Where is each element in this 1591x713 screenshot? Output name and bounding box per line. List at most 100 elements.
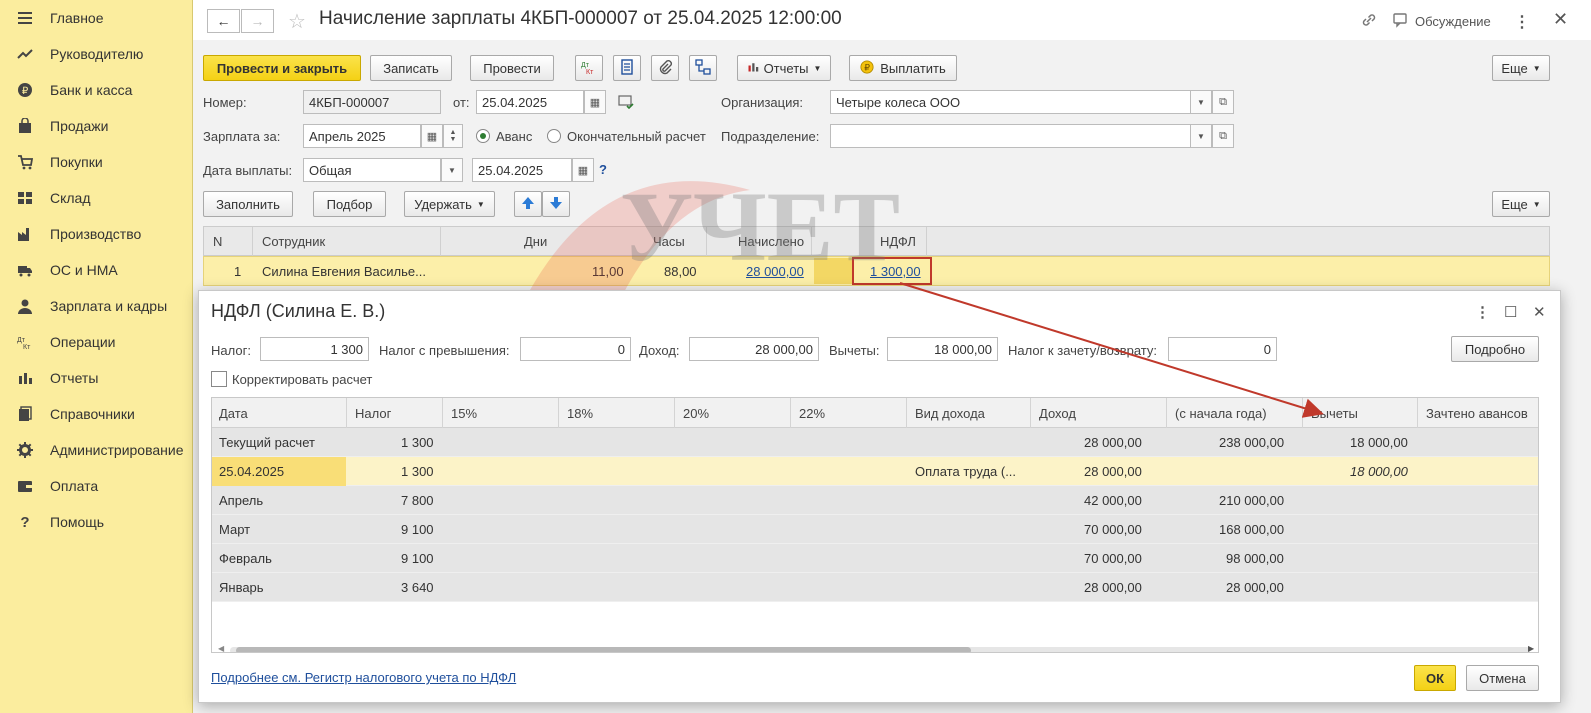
dtkt-button[interactable]: Дт Кт (575, 55, 603, 81)
sidebar-item-sales[interactable]: Продажи (0, 108, 192, 144)
sidebar-item-reports[interactable]: Отчеты (0, 360, 192, 396)
period-calendar-button[interactable]: ▦ (421, 124, 443, 148)
structure-button[interactable] (689, 55, 717, 81)
final-radio[interactable] (547, 129, 561, 143)
col-advances[interactable]: Зачтено авансов (1426, 406, 1528, 421)
maximize-icon[interactable]: ☐ (1504, 303, 1517, 321)
ndfl-link[interactable]: 1 300,00 (870, 264, 921, 279)
ndfl-register-link[interactable]: Подробнее см. Регистр налогового учета п… (211, 670, 516, 685)
cancel-button[interactable]: Отмена (1466, 665, 1539, 691)
back-button[interactable]: ← (207, 9, 240, 33)
sidebar-item-salary[interactable]: Зарплата и кадры (0, 288, 192, 324)
sidebar-item-main[interactable]: Главное (0, 0, 192, 36)
advance-radio[interactable] (476, 129, 490, 143)
attach-button[interactable] (651, 55, 679, 81)
table-row[interactable]: Апрель 7 800 42 000,00 210 000,00 (212, 486, 1538, 515)
sidebar-item-manager[interactable]: Руководителю (0, 36, 192, 72)
ok-button[interactable]: ОК (1414, 665, 1456, 691)
sidebar-item-bank[interactable]: ₽ Банк и касса (0, 72, 192, 108)
dept-dropdown-button[interactable]: ▼ (1190, 124, 1212, 148)
link-icon[interactable] (1361, 12, 1377, 28)
grid-more-button[interactable]: Еще ▼ (1492, 191, 1550, 217)
tax-excess-field[interactable]: 0 (520, 337, 631, 361)
pay-type-dropdown-button[interactable]: ▼ (441, 158, 463, 182)
accrued-link[interactable]: 28 000,00 (746, 264, 804, 279)
col-income[interactable]: Доход (1039, 406, 1076, 421)
fill-button[interactable]: Заполнить (203, 191, 293, 217)
date-field[interactable]: 25.04.2025 (476, 90, 584, 114)
period-stepper[interactable]: ▲ ▼ (443, 124, 463, 148)
details-button[interactable]: Подробно (1451, 336, 1539, 362)
list-button[interactable] (613, 55, 641, 81)
discussion-button[interactable]: Обсуждение (1393, 12, 1491, 31)
pay-date-calendar-button[interactable]: ▦ (572, 158, 594, 182)
col-income-kind[interactable]: Вид дохода (915, 406, 985, 421)
sidebar-item-help[interactable]: ? Помощь (0, 504, 192, 540)
col-ytd[interactable]: (с начала года) (1175, 406, 1267, 421)
sidebar-item-purchases[interactable]: Покупки (0, 144, 192, 180)
number-field[interactable]: 4КБП-000007 (303, 90, 441, 114)
post-close-button[interactable]: Провести и закрыть (203, 55, 361, 81)
col-ndfl[interactable]: НДФЛ (880, 234, 916, 249)
sidebar-item-warehouse[interactable]: Склад (0, 180, 192, 216)
tax-field[interactable]: 1 300 (260, 337, 369, 361)
col-20[interactable]: 20% (683, 406, 709, 421)
col-22[interactable]: 22% (799, 406, 825, 421)
sidebar-item-payment[interactable]: Оплата (0, 468, 192, 504)
adjust-checkbox[interactable] (211, 371, 227, 387)
scroll-right-icon[interactable]: ▶ (1528, 644, 1534, 652)
close-icon[interactable]: ✕ (1533, 303, 1546, 321)
sidebar-item-operations[interactable]: Дт Кт Операции (0, 324, 192, 360)
income-field[interactable]: 28 000,00 (689, 337, 819, 361)
deductions-field[interactable]: 18 000,00 (887, 337, 998, 361)
help-link[interactable]: ? (599, 162, 607, 177)
salary-period-field[interactable]: Апрель 2025 (303, 124, 421, 148)
star-icon[interactable]: ☆ (288, 9, 306, 34)
post-button[interactable]: Провести (470, 55, 554, 81)
pay-button[interactable]: ₽ Выплатить (849, 55, 957, 81)
dept-open-button[interactable]: ⧉ (1212, 124, 1234, 148)
close-icon[interactable]: ✕ (1553, 9, 1568, 30)
more-vertical-icon[interactable]: ⋮ (1475, 303, 1490, 321)
table-row[interactable]: Январь 3 640 28 000,00 28 000,00 (212, 573, 1538, 602)
scroll-left-icon[interactable]: ◀ (218, 644, 224, 652)
org-open-button[interactable]: ⧉ (1212, 90, 1234, 114)
table-row[interactable]: Февраль 9 100 70 000,00 98 000,00 (212, 544, 1538, 573)
org-dropdown-button[interactable]: ▼ (1190, 90, 1212, 114)
forward-button[interactable]: → (241, 9, 274, 33)
offset-field[interactable]: 0 (1168, 337, 1277, 361)
col-tax[interactable]: Налог (355, 406, 391, 421)
pay-type-field[interactable]: Общая (303, 158, 441, 182)
table-row[interactable]: Текущий расчет 1 300 28 000,00 238 000,0… (212, 428, 1538, 457)
sidebar-item-assets[interactable]: ОС и НМА (0, 252, 192, 288)
col-date[interactable]: Дата (219, 406, 248, 421)
sidebar-item-admin[interactable]: Администрирование (0, 432, 192, 468)
calendar-button[interactable]: ▦ (584, 90, 606, 114)
col-15[interactable]: 15% (451, 406, 477, 421)
col-employee[interactable]: Сотрудник (262, 234, 325, 249)
pick-button[interactable]: Подбор (313, 191, 386, 217)
save-button[interactable]: Записать (370, 55, 452, 81)
reports-button[interactable]: Отчеты ▼ (737, 55, 831, 81)
horizontal-scrollbar[interactable] (230, 647, 1530, 652)
sidebar-item-references[interactable]: Справочники (0, 396, 192, 432)
table-row[interactable]: 25.04.2025 1 300 Оплата труда (... 28 00… (212, 457, 1538, 486)
move-down-button[interactable] (542, 191, 570, 217)
table-row[interactable]: Март 9 100 70 000,00 168 000,00 (212, 515, 1538, 544)
col-accrued[interactable]: Начислено (738, 234, 804, 249)
col-n[interactable]: N (213, 234, 222, 249)
org-field[interactable]: Четыре колеса ООО (830, 90, 1192, 114)
col-days[interactable]: Дни (524, 234, 547, 249)
col-18[interactable]: 18% (567, 406, 593, 421)
more-vertical-icon[interactable]: ⋮ (1514, 12, 1530, 32)
table-row[interactable]: 1 Силина Евгения Василье... 11,00 88,00 … (203, 256, 1550, 286)
more-button[interactable]: Еще ▼ (1492, 55, 1550, 81)
sidebar-item-production[interactable]: Производство (0, 216, 192, 252)
pay-date-field[interactable]: 25.04.2025 (472, 158, 572, 182)
col-deductions[interactable]: Вычеты (1311, 406, 1358, 421)
edit-number-icon[interactable] (618, 95, 634, 112)
col-hours[interactable]: Часы (653, 234, 685, 249)
move-up-button[interactable] (514, 191, 542, 217)
scrollbar-thumb[interactable] (236, 647, 971, 652)
withhold-button[interactable]: Удержать ▼ (404, 191, 495, 217)
